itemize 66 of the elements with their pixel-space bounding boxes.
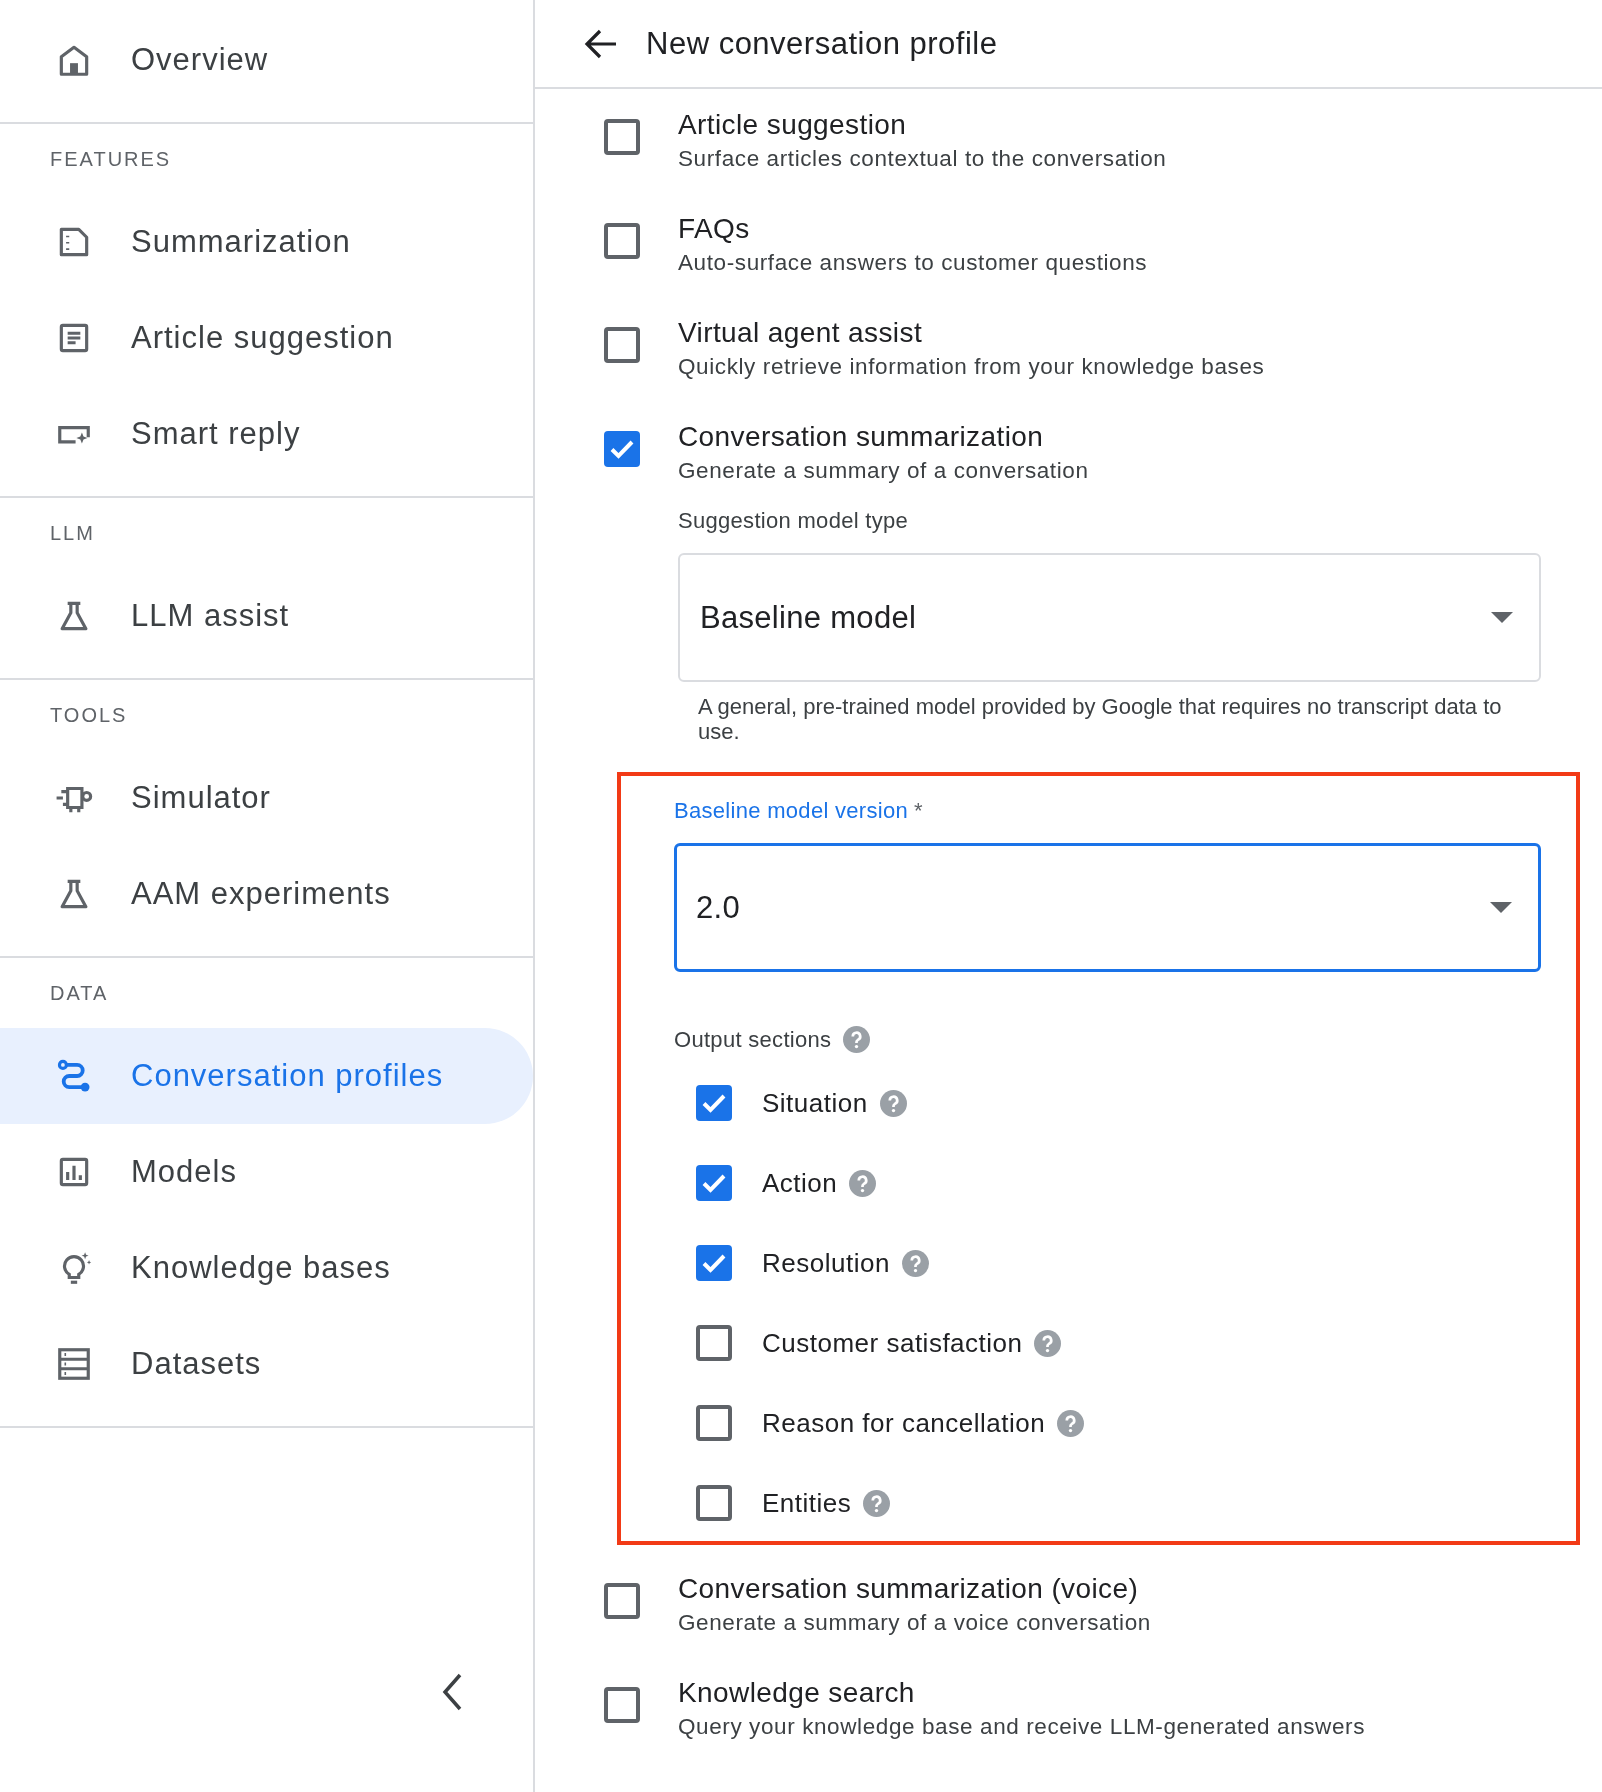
help-icon[interactable]: [843, 1026, 871, 1053]
nav-item[interactable]: Knowledge bases: [0, 1220, 533, 1316]
page-title: New conversation profile: [646, 25, 998, 62]
help-icon[interactable]: [849, 1169, 877, 1197]
feature-title: Conversation summarization (voice): [678, 1573, 1139, 1604]
nav-item[interactable]: Summarization: [0, 194, 533, 290]
checkbox-label: Action: [762, 1167, 838, 1199]
section-heading: FEATURES: [50, 147, 172, 172]
feature-title: Virtual agent assist: [678, 317, 923, 348]
checkbox[interactable]: [604, 119, 640, 155]
checkbox[interactable]: [604, 1583, 640, 1619]
checkbox[interactable]: [604, 1687, 640, 1723]
checkbox-label: Resolution: [762, 1247, 890, 1279]
checkbox[interactable]: [696, 1085, 732, 1121]
checkbox[interactable]: [696, 1245, 732, 1281]
feature-description: Generate a summary of a conversation: [678, 458, 1089, 483]
checkbox[interactable]: [696, 1485, 732, 1521]
nav-item[interactable]: Simulator: [0, 750, 533, 846]
help-icon[interactable]: [863, 1489, 891, 1517]
help-icon[interactable]: [901, 1249, 929, 1277]
field-label: Baseline model version: [674, 798, 909, 823]
field-hint: A general, pre-trained model provided by Google that requires no transcript data to use.: [697, 693, 1503, 744]
checkbox[interactable]: [604, 431, 640, 467]
feature-description: Surface articles contextual to the conversation: [678, 146, 1167, 171]
feature-description: Auto-surface answers to customer questions: [678, 250, 1148, 275]
collapse-chevron-icon[interactable]: [441, 1672, 463, 1712]
back-button[interactable]: [584, 28, 618, 59]
nav-item[interactable]: Smart reply: [0, 386, 533, 482]
checkbox[interactable]: [604, 327, 640, 363]
feature-title: Knowledge search: [678, 1677, 915, 1708]
dropdown-arrow-icon: [1491, 612, 1513, 623]
checkbox[interactable]: [696, 1405, 732, 1441]
help-icon[interactable]: [1034, 1329, 1062, 1357]
nav-item[interactable]: Article suggestion: [0, 290, 533, 386]
dropdown-field[interactable]: 2.0: [674, 843, 1541, 972]
nav-item[interactable]: Overview: [0, 12, 533, 108]
dropdown-field[interactable]: Baseline model: [678, 553, 1541, 682]
feature-description: Generate a summary of a voice conversation: [678, 1610, 1151, 1635]
help-icon[interactable]: [1057, 1409, 1085, 1437]
nav-item[interactable]: LLM assist: [0, 568, 533, 664]
checkbox-label: Customer satisfaction: [762, 1327, 1023, 1359]
feature-description: Quickly retrieve information from your knowledge bases: [678, 354, 1265, 379]
back-arrow-icon: [584, 28, 618, 59]
feature-title: Article suggestion: [678, 109, 907, 140]
checkbox-label: Situation: [762, 1087, 868, 1119]
nav-item[interactable]: AAM experiments: [0, 846, 533, 942]
feature-description: Query your knowledge base and receive LLM-generated answers: [678, 1714, 1366, 1739]
checkbox[interactable]: [696, 1165, 732, 1201]
checkbox-label: Reason for cancellation: [762, 1407, 1046, 1439]
required-mark: *: [914, 798, 923, 823]
feature-title: Conversation summarization: [678, 421, 1044, 452]
nav-item[interactable]: Models: [0, 1124, 533, 1220]
table-icon: [55, 1345, 93, 1383]
section-heading: LLM: [50, 521, 95, 546]
checkbox[interactable]: [604, 223, 640, 259]
section-heading: DATA: [50, 981, 109, 1006]
feature-title: FAQs: [678, 213, 750, 244]
field-label: Suggestion model type: [678, 508, 909, 533]
section-heading: TOOLS: [50, 703, 128, 728]
section-label: Output sections: [674, 1026, 832, 1053]
checkbox[interactable]: [696, 1325, 732, 1361]
dropdown-arrow-icon: [1490, 902, 1512, 913]
checkbox-label: Entities: [762, 1487, 852, 1519]
nav-item[interactable]: Datasets: [0, 1316, 533, 1412]
nav-item[interactable]: Conversation profiles: [0, 1028, 533, 1124]
help-icon[interactable]: [879, 1089, 907, 1117]
